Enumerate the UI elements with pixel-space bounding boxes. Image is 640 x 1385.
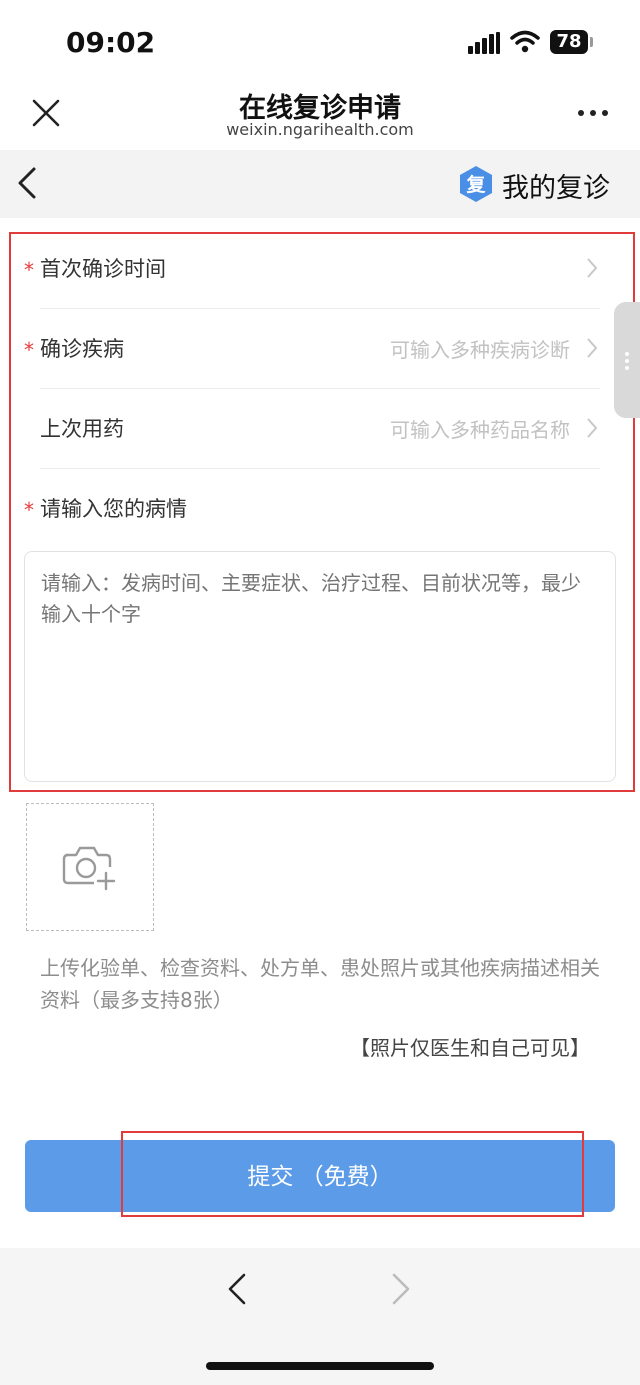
photo-privacy-note: 【照片仅医生和自己可见】 [350,1036,590,1060]
browser-back-icon[interactable] [226,1272,248,1306]
last-medication-row[interactable]: 上次用药 可输入多种药品名称 [40,389,600,469]
home-indicator [206,1362,434,1370]
chevron-right-icon [587,338,598,358]
back-icon[interactable] [16,166,38,200]
chevron-right-icon [587,418,598,438]
first-diagnosis-time-label: 首次确诊时间 [40,257,166,281]
more-icon[interactable] [578,110,610,118]
condition-label: 请输入您的病情 [40,497,187,521]
battery-icon: 78 [550,30,588,54]
status-time: 09:02 [66,26,156,59]
my-revisit-link[interactable]: 我的复诊 [502,166,610,205]
side-drawer-handle[interactable] [614,302,640,418]
badge-char: 复 [465,173,486,196]
required-mark: * [24,498,34,522]
my-revisit-badge-icon[interactable]: 复 [456,164,496,204]
condition-textarea[interactable] [24,551,616,782]
upload-hint: 上传化验单、检查资料、处方单、患处照片或其他疾病描述相关资料（最多支持8张） [40,956,600,1012]
camera-add-icon [62,846,116,891]
diagnosed-disease-row[interactable]: 确诊疾病 可输入多种疾病诊断 [40,309,600,389]
required-mark: * [24,338,34,362]
chevron-right-icon [587,258,598,278]
required-mark: * [24,258,34,282]
last-medication-label: 上次用药 [40,417,124,441]
submit-highlight-box [121,1131,584,1217]
page-url: weixin.ngarihealth.com [226,120,414,139]
wifi-icon [510,30,540,53]
diagnosed-disease-placeholder: 可输入多种疾病诊断 [390,338,570,362]
first-diagnosis-time-row[interactable]: 首次确诊时间 [40,229,600,309]
last-medication-placeholder: 可输入多种药品名称 [390,418,570,442]
browser-forward-icon[interactable] [390,1272,412,1306]
battery-tip [590,37,593,47]
diagnosed-disease-label: 确诊疾病 [40,337,124,361]
cellular-signal-icon [468,32,502,54]
